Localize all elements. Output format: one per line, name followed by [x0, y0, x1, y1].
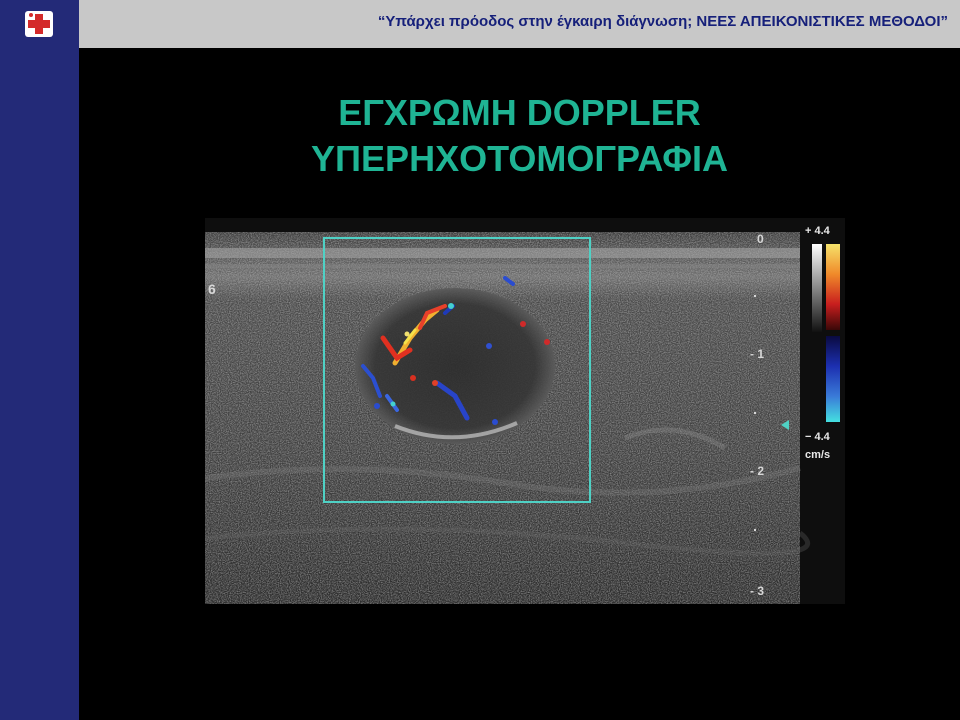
velocity-max-label: + 4.4: [805, 225, 831, 237]
depth-label-3: - 3: [750, 584, 764, 598]
velocity-unit-label: cm/s: [805, 449, 830, 461]
depth-label-0: 0: [757, 232, 764, 246]
velocity-min-label: − 4.4: [805, 431, 831, 443]
slide-title: ΕΓΧΡΩΜΗ DOPPLER ΥΠΕΡΗΧΟΤΟΜΟΓΡΑΦΙΑ: [79, 90, 960, 182]
doppler-ultrasound-image: 6 0 - 1 - 2 - 3 + 4.4 − 4.4 cm/s: [205, 218, 845, 604]
transducer-side-label: 6: [208, 281, 216, 297]
slide-title-line-2: ΥΠΕΡΗΧΟΤΟΜΟΓΡΑΦΙΑ: [311, 138, 728, 179]
left-sidebar: [0, 0, 79, 720]
hospital-logo: [0, 0, 79, 48]
depth-label-2: - 2: [750, 464, 764, 478]
medical-cross-logo-icon: [25, 11, 53, 37]
presentation-header-text: “Υπάρχει πρόοδος στην έγκαιρη διάγνωση; …: [377, 13, 948, 30]
header-bar: “Υπάρχει πρόοδος στην έγκαιρη διάγνωση; …: [79, 0, 960, 48]
depth-label-1: - 1: [750, 347, 764, 361]
slide-title-line-1: ΕΓΧΡΩΜΗ DOPPLER: [338, 92, 701, 133]
